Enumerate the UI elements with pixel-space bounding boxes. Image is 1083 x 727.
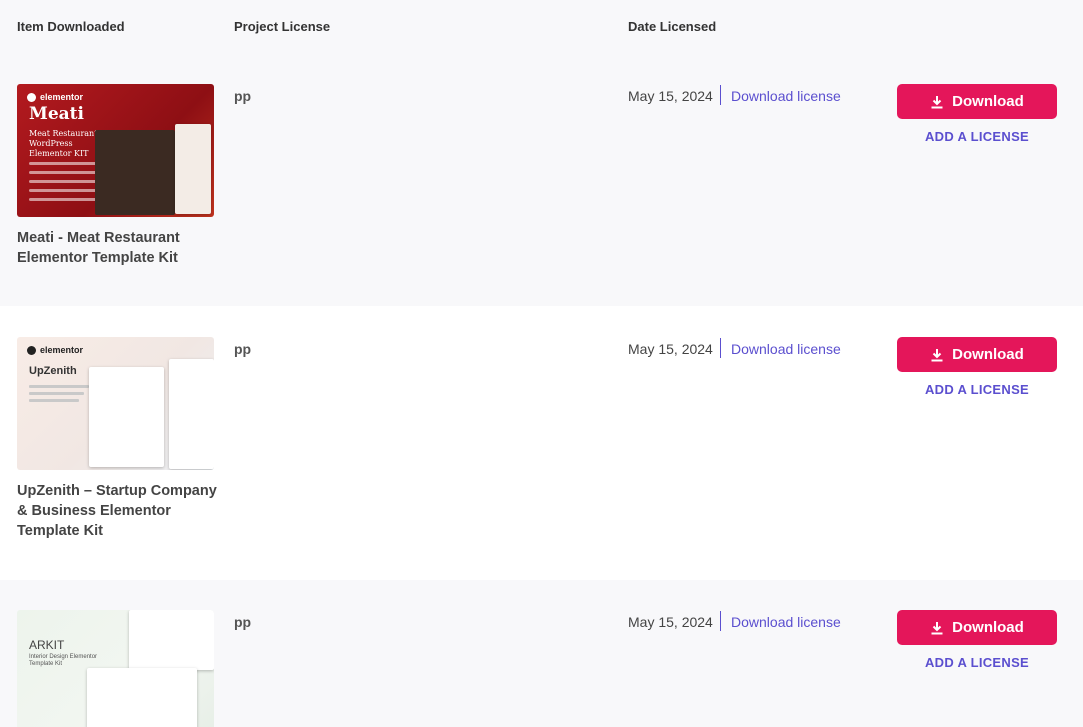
date-licensed: May 15, 2024: [628, 341, 713, 357]
thumbnail-preview: [129, 610, 214, 670]
download-icon: [931, 621, 943, 634]
item-thumbnail[interactable]: elementor Meati Meat Restaurant WordPres…: [17, 84, 214, 217]
thumbnail-kit-subtitle: Interior Design Elementor Template Kit: [29, 654, 98, 667]
download-button-label: Download: [952, 346, 1024, 363]
item-title[interactable]: UpZenith – Startup Company & Business El…: [17, 481, 217, 541]
download-button[interactable]: Download: [897, 84, 1057, 119]
add-license-link[interactable]: ADD A LICENSE: [897, 655, 1057, 670]
table-row: elementor UpZenith UpZenith – Startup Co…: [0, 306, 1083, 580]
separator: [720, 611, 721, 631]
separator: [720, 338, 721, 358]
table-row: ARKIT Interior Design Elementor Template…: [0, 580, 1083, 727]
thumbnail-kit-name: UpZenith: [29, 365, 77, 377]
column-header-date: Date Licensed: [628, 19, 717, 34]
thumbnail-kit-name: Meati: [29, 104, 84, 124]
add-license-link[interactable]: ADD A LICENSE: [897, 129, 1057, 144]
download-license-link[interactable]: Download license: [731, 341, 841, 357]
download-button-label: Download: [952, 93, 1024, 110]
column-header-license: Project License: [234, 19, 331, 34]
thumbnail-kit-name: ARKIT: [29, 638, 65, 652]
thumbnail-preview: [87, 668, 197, 727]
download-icon: [931, 95, 943, 108]
download-license-link[interactable]: Download license: [731, 614, 841, 630]
item-thumbnail[interactable]: elementor UpZenith: [17, 337, 214, 470]
download-icon: [931, 348, 943, 361]
elementor-logo: elementor: [27, 92, 83, 102]
table-header: Item Downloaded Project License Date Lic…: [0, 0, 1083, 52]
project-license: pp: [234, 614, 252, 630]
item-thumbnail[interactable]: ARKIT Interior Design Elementor Template…: [17, 610, 214, 727]
download-license-link[interactable]: Download license: [731, 88, 841, 104]
separator: [720, 85, 721, 105]
table-row: elementor Meati Meat Restaurant WordPres…: [0, 52, 1083, 306]
date-licensed: May 15, 2024: [628, 614, 713, 630]
date-licensed: May 15, 2024: [628, 88, 713, 104]
project-license: pp: [234, 341, 252, 357]
download-button[interactable]: Download: [897, 610, 1057, 645]
add-license-link[interactable]: ADD A LICENSE: [897, 382, 1057, 397]
item-title[interactable]: Meati - Meat Restaurant Elementor Templa…: [17, 228, 217, 268]
elementor-logo: elementor: [27, 345, 83, 355]
thumbnail-preview: [169, 359, 214, 469]
download-button[interactable]: Download: [897, 337, 1057, 372]
download-button-label: Download: [952, 619, 1024, 636]
thumbnail-preview: [175, 124, 211, 214]
thumbnail-preview: [89, 367, 164, 467]
project-license: pp: [234, 88, 252, 104]
thumbnail-preview: [95, 130, 175, 215]
column-header-item: Item Downloaded: [17, 19, 125, 34]
